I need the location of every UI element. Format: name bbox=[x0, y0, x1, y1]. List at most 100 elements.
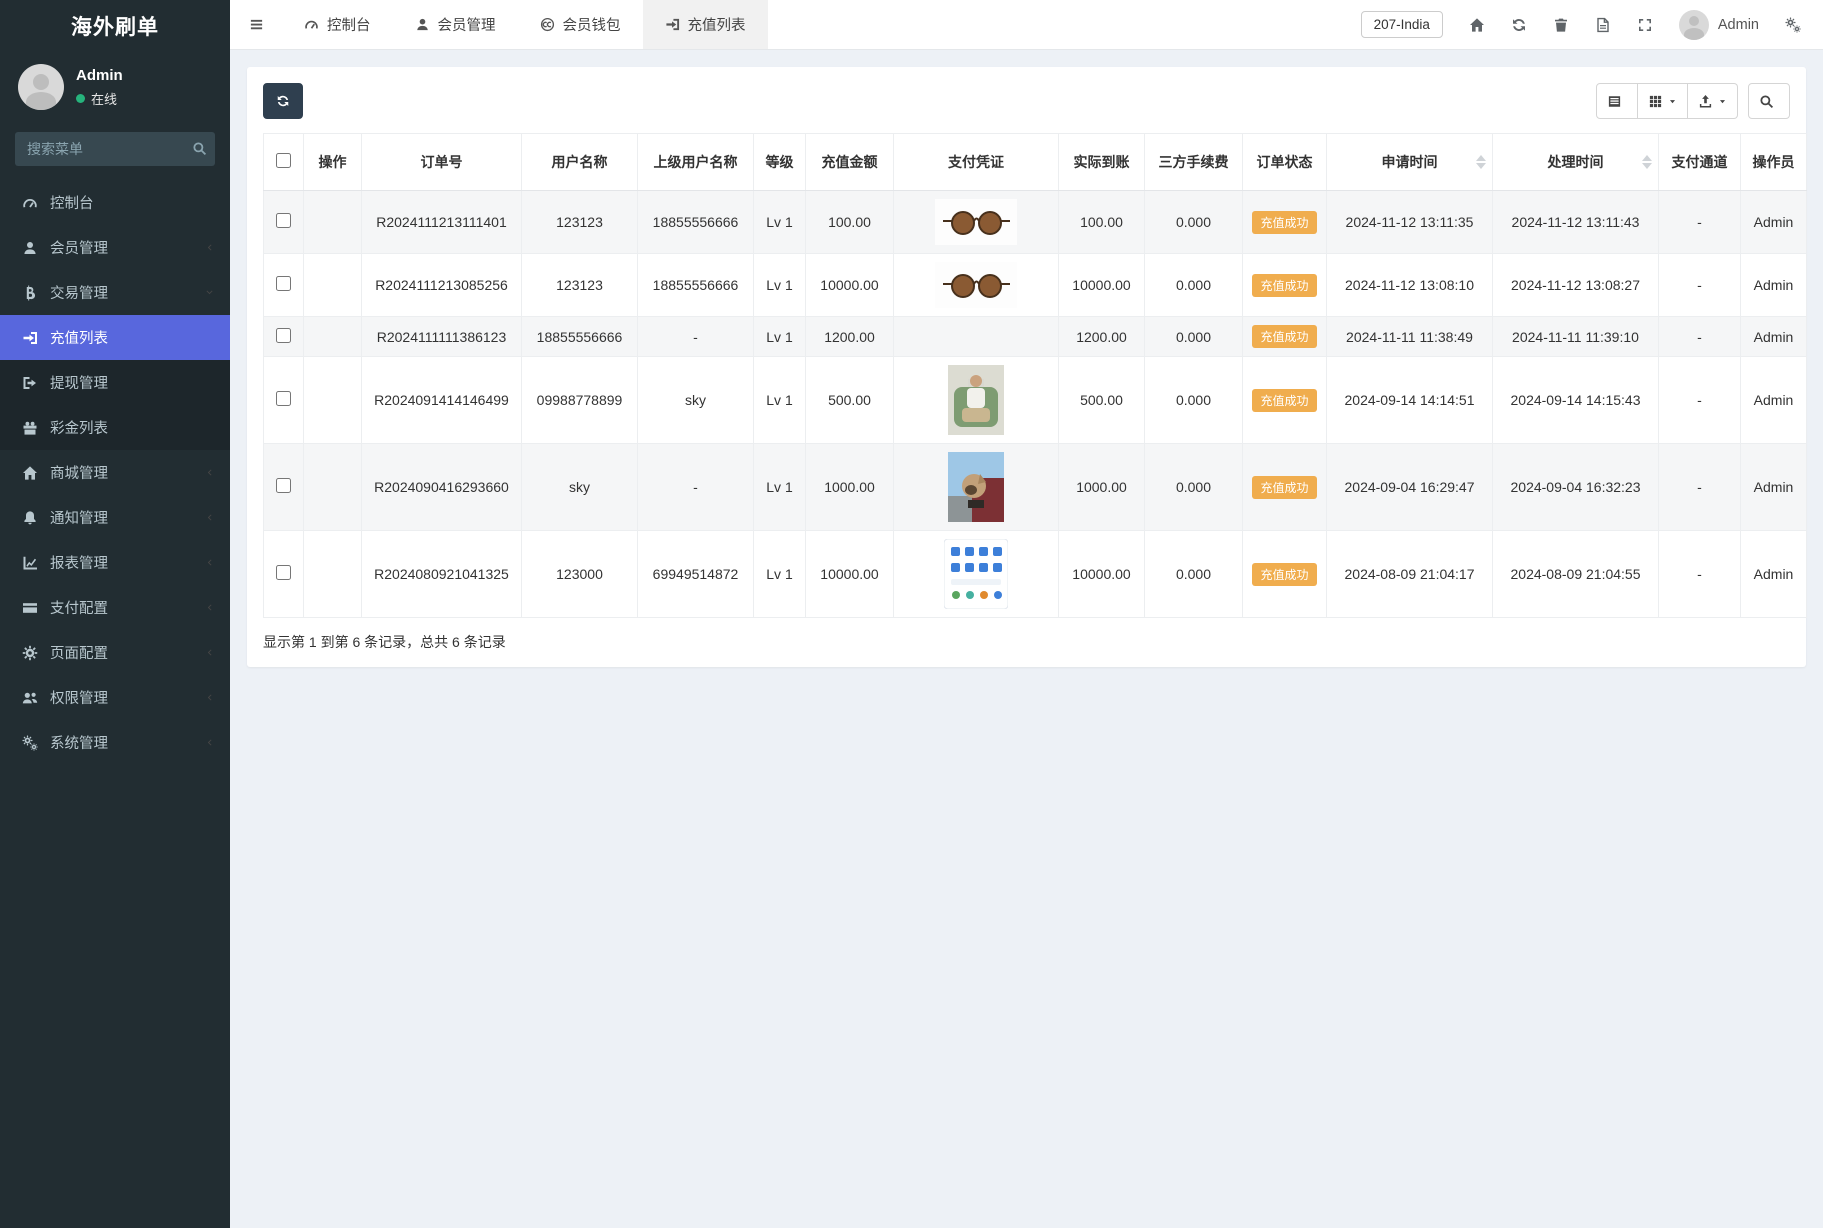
tab-label: 会员钱包 bbox=[562, 18, 621, 34]
row-checkbox[interactable] bbox=[276, 565, 291, 580]
cell-process-time: 2024-09-04 16:32:23 bbox=[1492, 443, 1659, 531]
wallet-cc-icon bbox=[540, 17, 555, 32]
table-row: R2024111213111401 123123 18855556666 Lv 1 10… bbox=[263, 190, 1807, 254]
sidebar-item-label: 通知管理 bbox=[50, 511, 108, 527]
cell-order-no: R2024111213111401 bbox=[361, 190, 522, 254]
cell-apply-time: 2024-08-09 21:04:17 bbox=[1326, 530, 1493, 618]
status-badge: 充值成功 bbox=[1252, 325, 1317, 348]
user-menu[interactable]: Admin bbox=[1678, 9, 1759, 40]
sort-toggle[interactable] bbox=[1642, 155, 1652, 169]
tab-会员钱包[interactable]: 会员钱包 bbox=[518, 0, 643, 49]
search-icon bbox=[192, 141, 207, 156]
payment-voucher-thumbnail[interactable] bbox=[898, 365, 1054, 435]
cell-order-no: R2024111213085256 bbox=[361, 253, 522, 317]
payment-voucher-thumbnail[interactable] bbox=[898, 199, 1054, 245]
trash-button[interactable] bbox=[1553, 17, 1569, 33]
cell-actions bbox=[303, 253, 362, 317]
table-refresh-button[interactable] bbox=[263, 83, 303, 119]
clear-cache-button[interactable] bbox=[1595, 17, 1611, 33]
export-button[interactable] bbox=[1688, 83, 1738, 119]
tab-控制台[interactable]: 控制台 bbox=[282, 0, 393, 49]
sidebar-item-会员管理[interactable]: 会员管理 bbox=[0, 225, 230, 270]
cell-fee: 0.000 bbox=[1144, 253, 1243, 317]
cell-channel: - bbox=[1658, 316, 1741, 357]
cell-fee: 0.000 bbox=[1144, 530, 1243, 618]
sidebar-toggle-button[interactable] bbox=[230, 0, 282, 49]
refresh-button[interactable] bbox=[1511, 17, 1527, 33]
columns-button[interactable] bbox=[1638, 83, 1688, 119]
payment-voucher-thumbnail[interactable] bbox=[898, 539, 1054, 609]
search-icon bbox=[1759, 94, 1774, 109]
cell-process-time: 2024-08-09 21:04:55 bbox=[1492, 530, 1659, 618]
settings-button[interactable] bbox=[1785, 17, 1801, 33]
select-all-checkbox[interactable] bbox=[276, 153, 291, 168]
home-button[interactable] bbox=[1469, 17, 1485, 33]
cell-actual: 10000.00 bbox=[1058, 253, 1145, 317]
sidebar-item-控制台[interactable]: 控制台 bbox=[0, 180, 230, 225]
row-checkbox[interactable] bbox=[276, 213, 291, 228]
sidebar-item-充值列表[interactable]: 充值列表 bbox=[0, 315, 230, 360]
online-status-dot bbox=[76, 93, 85, 103]
table-tools-right bbox=[1596, 83, 1790, 119]
sidebar-item-报表管理[interactable]: 报表管理 bbox=[0, 540, 230, 585]
chevleft-icon bbox=[205, 468, 214, 477]
table-search-button[interactable] bbox=[1748, 83, 1790, 119]
gauge-icon bbox=[22, 195, 38, 211]
cell-apply-time: 2024-09-04 16:29:47 bbox=[1326, 443, 1493, 531]
fullscreen-button[interactable] bbox=[1637, 17, 1653, 33]
table-view-button-group bbox=[1596, 83, 1738, 119]
sidebar-search-button[interactable] bbox=[183, 132, 215, 166]
gift-icon bbox=[22, 420, 38, 436]
cell-process-time: 2024-11-12 13:11:43 bbox=[1492, 190, 1659, 254]
sort-toggle[interactable] bbox=[1476, 155, 1486, 169]
cell-operator: Admin bbox=[1740, 190, 1807, 254]
sidebar-item-通知管理[interactable]: 通知管理 bbox=[0, 495, 230, 540]
sidebar-item-label: 控制台 bbox=[50, 196, 94, 212]
sidebar-item-彩金列表[interactable]: 彩金列表 bbox=[0, 405, 230, 450]
row-checkbox[interactable] bbox=[276, 276, 291, 291]
sidebar-item-系统管理[interactable]: 系统管理 bbox=[0, 720, 230, 765]
cell-apply-time: 2024-11-12 13:08:10 bbox=[1326, 253, 1493, 317]
column-header-处理时间[interactable]: 处理时间 bbox=[1492, 133, 1659, 191]
table-row: R2024111213085256 123123 18855556666 Lv 1 10… bbox=[263, 253, 1807, 317]
column-header-上级用户名称: 上级用户名称 bbox=[637, 133, 754, 191]
cell-actions bbox=[303, 356, 362, 444]
app-title: 海外刷单 bbox=[71, 16, 159, 39]
cell-voucher bbox=[893, 530, 1059, 618]
sidebar-item-支付配置[interactable]: 支付配置 bbox=[0, 585, 230, 630]
column-header-操作: 操作 bbox=[303, 133, 362, 191]
avatar bbox=[18, 64, 64, 110]
payment-voucher-thumbnail[interactable] bbox=[898, 262, 1054, 308]
sidebar-item-权限管理[interactable]: 权限管理 bbox=[0, 675, 230, 720]
payment-voucher-thumbnail[interactable] bbox=[898, 452, 1054, 522]
credit-card-icon bbox=[22, 600, 38, 616]
column-header-订单状态: 订单状态 bbox=[1242, 133, 1327, 191]
cell-username: 09988778899 bbox=[521, 356, 638, 444]
detail-view-button[interactable] bbox=[1596, 83, 1638, 119]
row-checkbox[interactable] bbox=[276, 391, 291, 406]
cell-status: 充值成功 bbox=[1242, 443, 1327, 531]
sidebar-item-商城管理[interactable]: 商城管理 bbox=[0, 450, 230, 495]
sidebar-item-页面配置[interactable]: 页面配置 bbox=[0, 630, 230, 675]
column-header-三方手续费: 三方手续费 bbox=[1144, 133, 1243, 191]
cell-level: Lv 1 bbox=[753, 190, 806, 254]
sidebar-submenu: 充值列表 提现管理 彩金列表 bbox=[0, 315, 230, 450]
tab-充值列表[interactable]: 充值列表 bbox=[642, 0, 768, 49]
chevleft-icon bbox=[205, 513, 214, 522]
region-button[interactable]: 207-India bbox=[1360, 11, 1443, 38]
sidebar-item-label: 交易管理 bbox=[50, 286, 108, 302]
row-checkbox[interactable] bbox=[276, 478, 291, 493]
tab-会员管理[interactable]: 会员管理 bbox=[393, 0, 518, 49]
cell-channel: - bbox=[1658, 530, 1741, 618]
cell-level: Lv 1 bbox=[753, 530, 806, 618]
row-checkbox[interactable] bbox=[276, 327, 291, 343]
column-header-申请时间[interactable]: 申请时间 bbox=[1326, 133, 1493, 191]
sidebar-item-提现管理[interactable]: 提现管理 bbox=[0, 360, 230, 405]
cell-username: sky bbox=[521, 443, 638, 531]
status-badge: 充值成功 bbox=[1252, 388, 1317, 412]
cell-channel: - bbox=[1658, 443, 1741, 531]
cell-voucher bbox=[893, 356, 1059, 444]
cell-operator: Admin bbox=[1740, 356, 1807, 444]
sidebar-item-交易管理[interactable]: 交易管理 bbox=[0, 270, 230, 315]
sidebar-item-label: 彩金列表 bbox=[50, 421, 108, 437]
